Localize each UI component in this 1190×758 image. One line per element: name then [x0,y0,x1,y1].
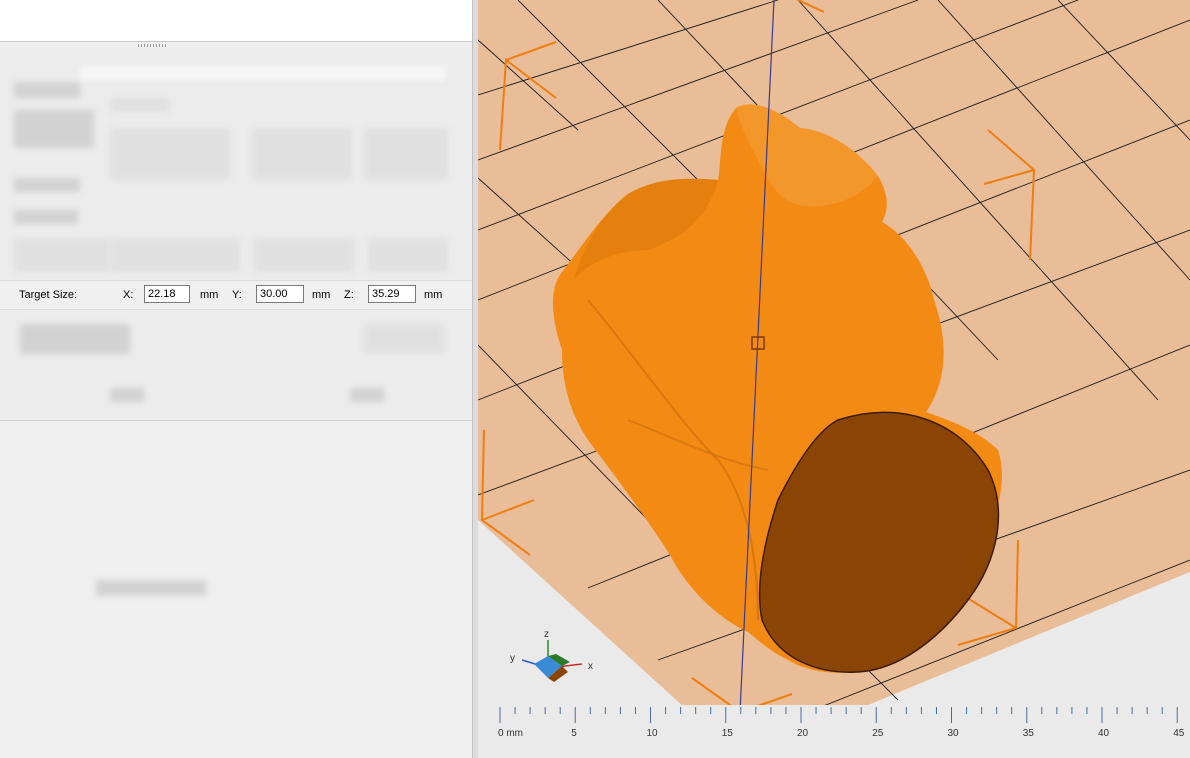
obscured-label [14,82,80,98]
ruler-label: 35 [1023,728,1035,739]
ruler-label: 10 [647,728,659,739]
target-size-label: Target Size: [19,289,78,301]
ruler-label: 5 [571,728,577,739]
ruler-label: 15 [722,728,734,739]
obscured-fields [14,238,110,272]
ruler-label: 20 [797,728,809,739]
obscured-status-text [96,580,206,596]
obscured-fields [252,128,352,180]
bottom-ruler: 0 mm 5 10 15 20 25 30 35 40 45 [484,705,1190,758]
obscured-control [364,324,444,354]
obscured-fields [110,128,230,180]
transform-panel: Target Size: X: 22.18 mm Y: 30.00 mm Z: … [0,48,474,421]
obscured-fields [110,238,240,272]
obscured-label [110,98,170,112]
target-size-row: Target Size: X: 22.18 mm Y: 30.00 mm Z: … [0,280,474,310]
splitter-grip[interactable] [138,44,168,47]
obscured-control [20,324,130,354]
obscured-fields [254,238,354,272]
obscured-field [80,66,446,80]
y-label: Y: [232,289,242,301]
x-unit-label: mm [200,289,219,301]
gizmo-y-label: y [510,653,515,664]
lower-panel [0,421,474,758]
target-size-z-input[interactable]: 35.29 [368,285,416,303]
obscured-button [110,388,144,402]
y-unit-label: mm [312,289,331,301]
settings-pane: Target Size: X: 22.18 mm Y: 30.00 mm Z: … [0,0,474,758]
target-size-x-input[interactable]: 22.18 [144,285,190,303]
x-label: X: [123,289,134,301]
obscured-fields [364,128,448,180]
z-unit-label: mm [424,289,443,301]
ruler-scale: 0 mm 5 10 15 20 25 30 35 40 45 [498,707,1185,739]
z-label: Z: [344,289,354,301]
obscured-fields [368,238,448,272]
top-list-area [0,0,473,42]
3d-viewport[interactable]: z y x [478,0,1190,758]
viewport-scene[interactable]: z y x [478,0,1190,758]
ruler-label: 40 [1098,728,1110,739]
ruler-label: 0 mm [498,728,523,739]
gizmo-z-label: z [544,629,549,640]
ruler-label: 30 [948,728,960,739]
ruler-label: 25 [872,728,884,739]
gizmo-x-label: x [588,661,593,672]
obscured-label [14,110,94,148]
target-size-y-input[interactable]: 30.00 [256,285,304,303]
obscured-label [14,210,78,224]
ruler-label: 45 [1173,728,1185,739]
obscured-label [14,178,80,192]
obscured-button [350,388,384,402]
